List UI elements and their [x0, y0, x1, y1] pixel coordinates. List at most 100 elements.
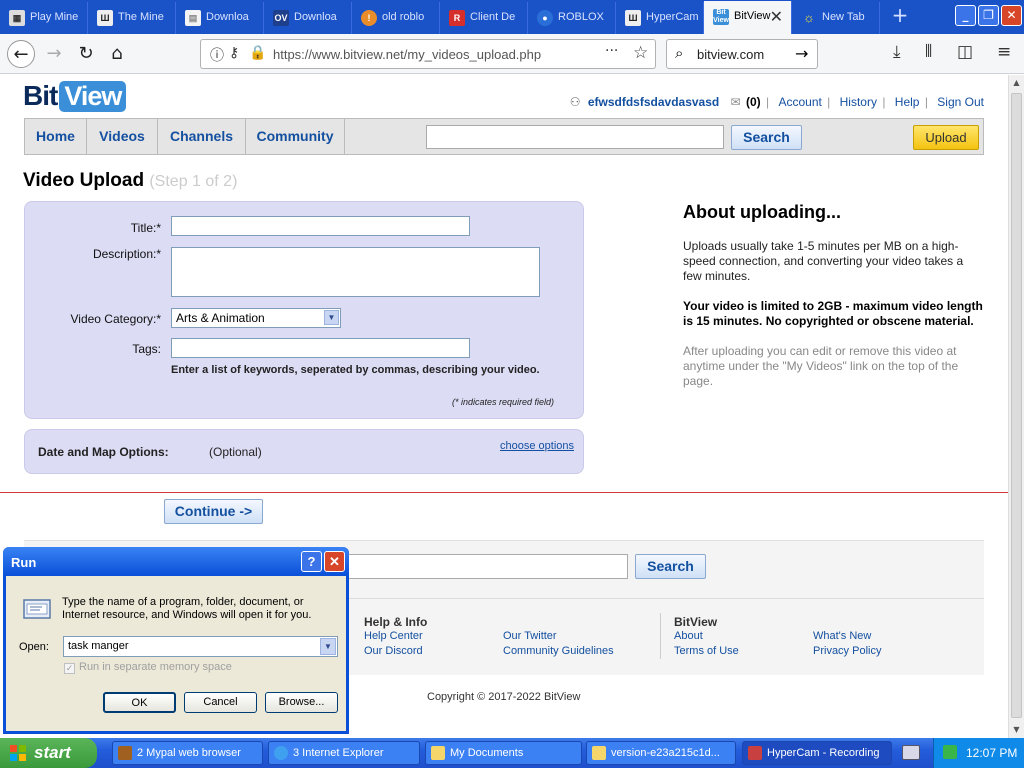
category-select[interactable]: Arts & Animation ▼ — [171, 308, 341, 328]
whats-new-link[interactable]: What's New — [813, 630, 871, 642]
reload-icon[interactable]: ↻ — [72, 40, 100, 68]
chevron-down-icon[interactable]: ▼ — [324, 310, 339, 325]
home-icon[interactable]: ⌂ — [103, 40, 131, 68]
nav-videos[interactable]: Videos — [87, 119, 158, 154]
site-search-button[interactable]: Search — [731, 125, 802, 150]
title-input[interactable] — [171, 216, 470, 236]
forward-icon[interactable]: → — [40, 40, 68, 68]
download-icon[interactable]: ⤓ — [893, 42, 901, 62]
more-icon[interactable]: ··· — [605, 43, 618, 59]
page-scrollbar[interactable]: ▲ ▼ — [1008, 75, 1024, 738]
sidebar-icon[interactable]: ◫ — [957, 42, 973, 62]
scroll-up-icon[interactable]: ▲ — [1009, 75, 1024, 91]
library-icon[interactable]: ⫴ — [925, 42, 932, 62]
tags-input[interactable] — [171, 338, 470, 358]
continue-button[interactable]: Continue -> — [164, 499, 263, 524]
task-mypal[interactable]: 2 Mypal web browser — [112, 741, 263, 765]
tab-label: HyperCam — [646, 11, 699, 23]
tab-download-2[interactable]: OV Downloa — [264, 2, 352, 34]
discord-link[interactable]: Our Discord — [364, 645, 423, 657]
chevron-down-icon[interactable]: ▼ — [320, 638, 336, 655]
task-label: 3 Internet Explorer — [293, 747, 384, 759]
tab-label: Client De — [470, 11, 516, 23]
clock[interactable]: 12:07 PM — [966, 746, 1017, 760]
bug-icon: ☼ — [803, 10, 815, 25]
help-center-link[interactable]: Help Center — [364, 630, 423, 642]
tab-the-mine[interactable]: Ш The Mine — [88, 2, 176, 34]
tab-new-tab[interactable]: ☼ New Tab — [792, 2, 880, 34]
about-link[interactable]: About — [674, 630, 703, 642]
run-dialog-titlebar[interactable]: Run ? ✕ — [3, 547, 349, 576]
community-guidelines-link[interactable]: Community Guidelines — [503, 645, 614, 657]
roblox-r-icon: R — [449, 10, 465, 26]
nav-channels[interactable]: Channels — [158, 119, 246, 154]
step-indicator: (Step 1 of 2) — [149, 173, 238, 190]
maximize-icon[interactable]: ❐ — [978, 5, 999, 26]
about-text-1: Uploads usually take 1-5 minutes per MB … — [683, 239, 964, 283]
footer-search-input[interactable] — [330, 554, 628, 579]
open-input[interactable]: task manger ▼ — [63, 636, 338, 657]
close-icon[interactable]: ✕ — [324, 551, 345, 572]
bookmark-star-icon[interactable]: ☆ — [633, 43, 648, 63]
lock-icon[interactable]: 🔒 — [249, 45, 266, 61]
site-nav: Home Videos Channels Community Search Up… — [24, 118, 984, 155]
message-count[interactable]: (0) — [746, 95, 761, 109]
history-link[interactable]: History — [840, 95, 877, 109]
tab-old-roblox[interactable]: ! old roblo — [352, 2, 440, 34]
divider: | — [827, 95, 831, 109]
terms-link[interactable]: Terms of Use — [674, 645, 739, 657]
description-textarea[interactable] — [171, 247, 540, 297]
page-title: Video Upload (Step 1 of 2) — [23, 170, 237, 192]
tray-app-icon[interactable] — [943, 745, 957, 759]
url-bar[interactable]: ⓘ ⚷ 🔒 https://www.bitview.net/my_videos_… — [200, 39, 656, 69]
go-arrow-icon[interactable]: → — [795, 44, 808, 63]
nav-community[interactable]: Community — [246, 119, 345, 154]
scroll-down-icon[interactable]: ▼ — [1009, 722, 1024, 738]
open-input-value[interactable]: task manger — [68, 640, 129, 652]
menu-icon[interactable]: ≡ — [997, 42, 1011, 62]
minimize-icon[interactable]: _ — [955, 5, 976, 26]
close-window-icon[interactable]: ✕ — [1001, 5, 1022, 26]
tab-label: The Mine — [118, 11, 164, 23]
browse-button[interactable]: Browse... — [265, 692, 338, 713]
mail-icon[interactable]: ✉ — [731, 95, 741, 109]
tab-download-1[interactable]: ▤ Downloa — [176, 2, 264, 34]
task-internet-explorer[interactable]: 3 Internet Explorer — [268, 741, 420, 765]
footer-search-button[interactable]: Search — [635, 554, 706, 579]
ok-button[interactable]: OK — [103, 692, 176, 713]
bitview-logo[interactable]: Bit View — [23, 80, 127, 114]
user-bar: ⚇ efwsdfdsfsdavdasvasd ✉ (0) | Account |… — [566, 95, 984, 109]
info-icon[interactable]: ⓘ — [210, 45, 224, 65]
task-hypercam[interactable]: HyperCam - Recording — [742, 741, 892, 765]
help-link[interactable]: Help — [895, 95, 920, 109]
account-link[interactable]: Account — [778, 95, 821, 109]
cancel-button[interactable]: Cancel — [184, 692, 257, 713]
task-version-folder[interactable]: version-e23a215c1d... — [586, 741, 736, 765]
key-icon[interactable]: ⚷ — [229, 45, 239, 61]
site-search-input[interactable] — [426, 125, 724, 149]
close-tab-icon[interactable]: ✕ — [770, 7, 783, 27]
tab-roblox[interactable]: ● ROBLOX — [528, 2, 616, 34]
tab-bitview[interactable]: Bit View BitView ✕ — [704, 1, 792, 34]
keyboard-icon[interactable] — [902, 745, 920, 760]
tab-client-de[interactable]: R Client De — [440, 2, 528, 34]
browser-search-box[interactable]: ⌕ bitview.com → — [666, 39, 818, 69]
tab-hypercam[interactable]: Ш HyperCam — [616, 2, 704, 34]
sign-out-link[interactable]: Sign Out — [937, 95, 984, 109]
help-icon[interactable]: ? — [301, 551, 322, 572]
back-icon[interactable]: ← — [7, 40, 35, 68]
privacy-policy-link[interactable]: Privacy Policy — [813, 645, 881, 657]
twitter-link[interactable]: Our Twitter — [503, 630, 557, 642]
search-value[interactable]: bitview.com — [697, 47, 764, 62]
url-text[interactable]: https://www.bitview.net/my_videos_upload… — [273, 47, 541, 62]
open-label: Open: — [19, 641, 49, 653]
new-tab-icon[interactable]: + — [888, 4, 912, 28]
tab-play-mine[interactable]: ▦ Play Mine — [0, 2, 88, 34]
upload-button[interactable]: Upload — [913, 125, 979, 150]
nav-home[interactable]: Home — [25, 119, 87, 154]
username-link[interactable]: efwsdfdsfsdavdasvasd — [588, 95, 719, 109]
scroll-thumb[interactable] — [1011, 93, 1022, 718]
choose-options-link[interactable]: choose options — [500, 440, 574, 452]
task-my-documents[interactable]: My Documents — [425, 741, 582, 765]
start-button[interactable]: start — [0, 738, 97, 768]
